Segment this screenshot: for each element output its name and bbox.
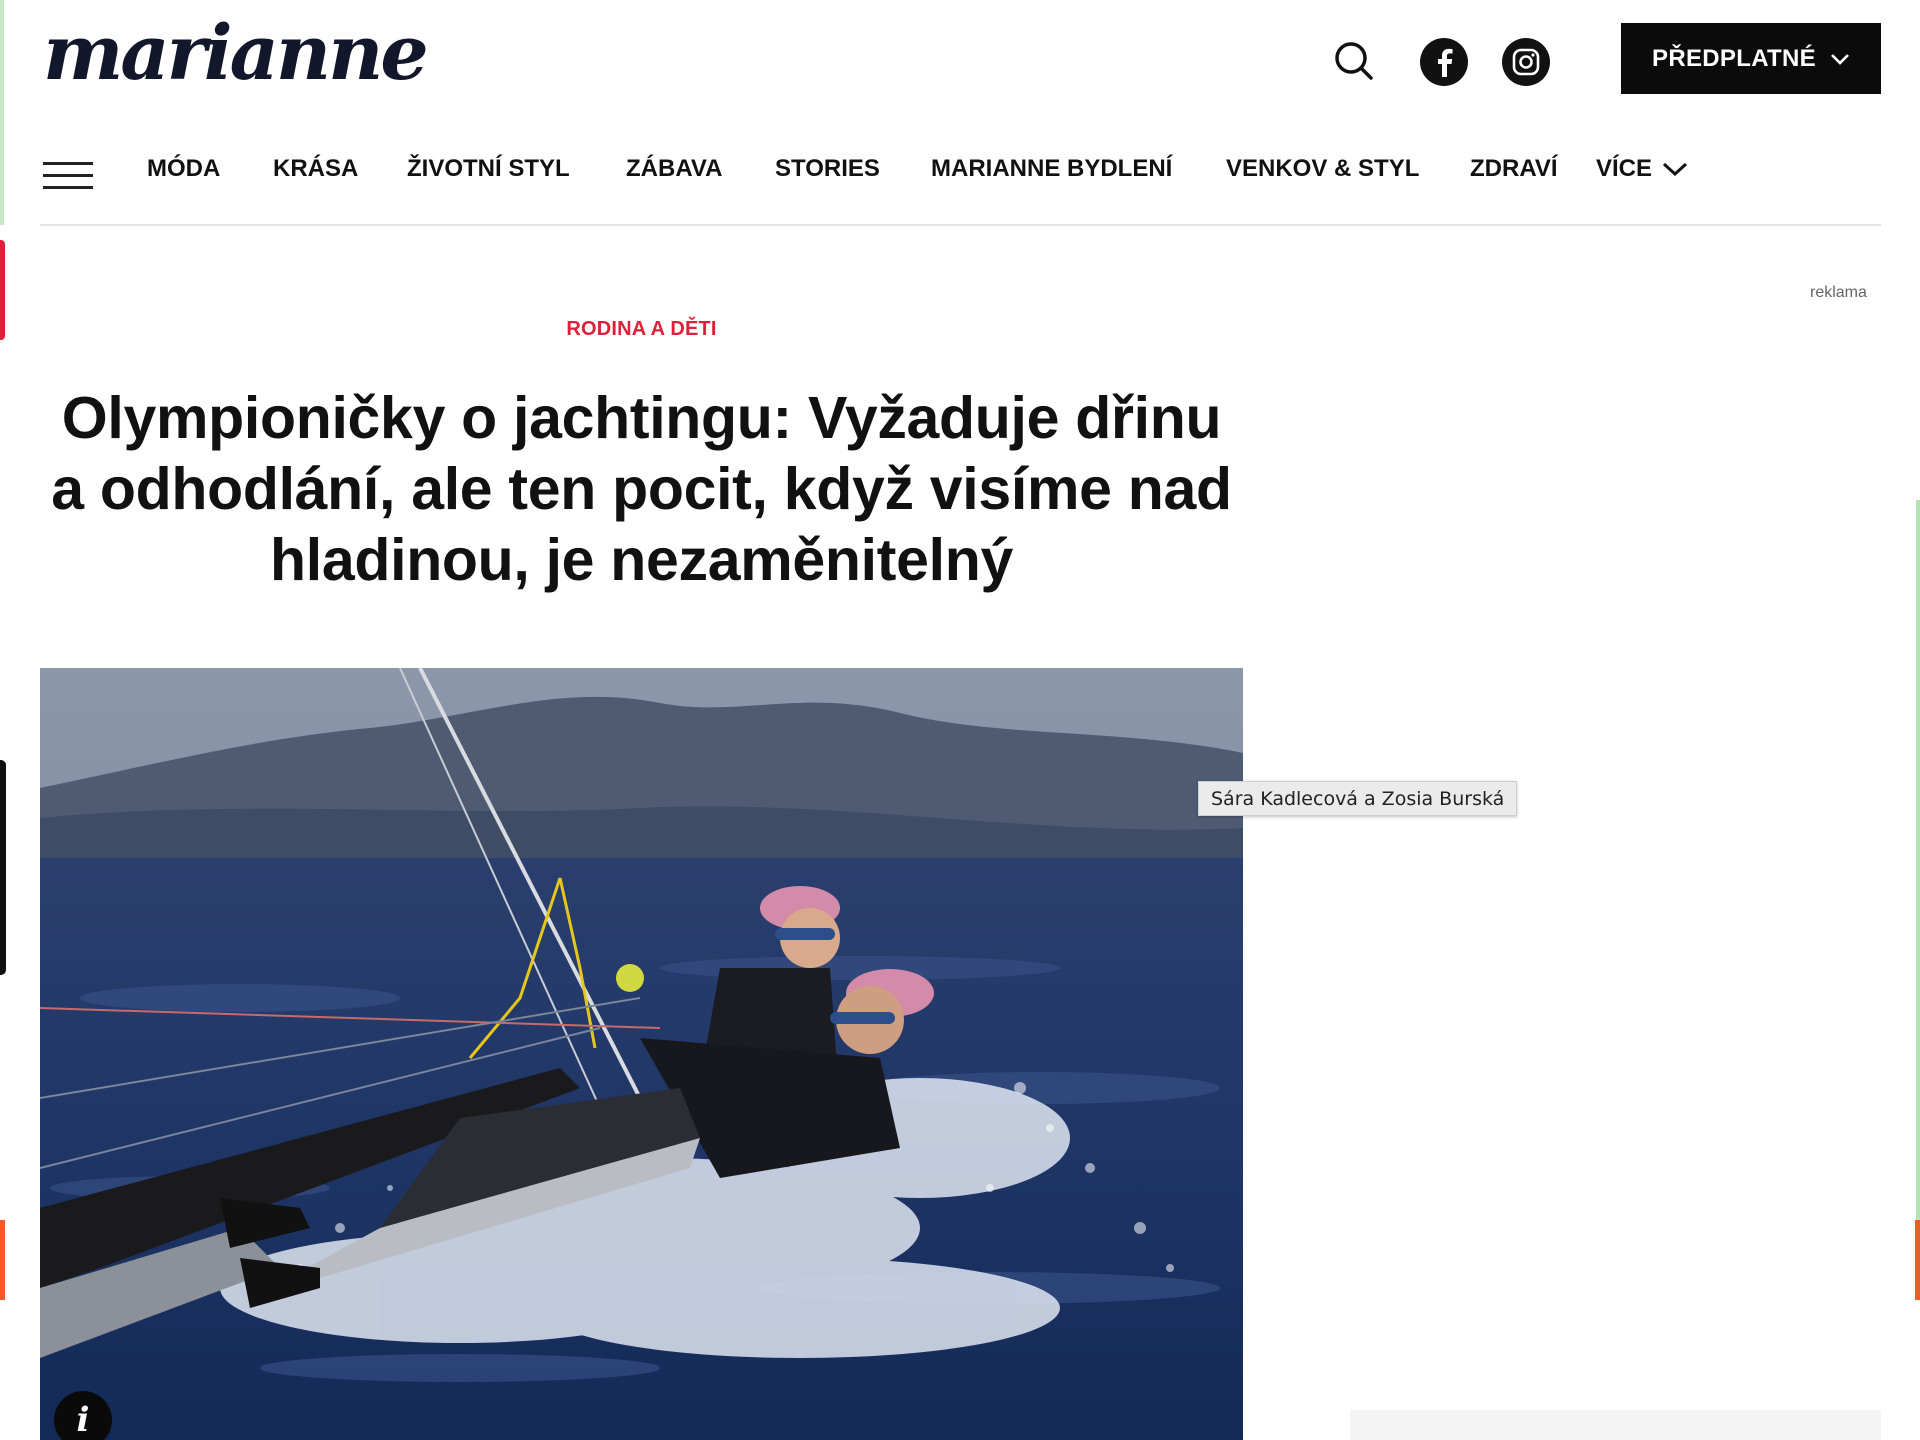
instagram-icon [1512, 48, 1540, 76]
search-icon [1335, 42, 1373, 80]
subscribe-button[interactable]: PŘEDPLATNÉ [1621, 23, 1881, 94]
nav-item-krasa[interactable]: KRÁSA [273, 155, 358, 183]
chevron-down-icon [1831, 53, 1849, 65]
site-logo[interactable]: marianne [43, 8, 429, 97]
article-category[interactable]: RODINA A DĚTI [40, 318, 1243, 341]
nav-item-moda[interactable]: MÓDA [147, 155, 220, 183]
article-hero-image [40, 668, 1243, 1440]
facebook-icon [1438, 48, 1453, 77]
left-edge-strip [0, 0, 6, 1440]
instagram-button[interactable] [1502, 38, 1550, 86]
nav-item-marianne-bydleni[interactable]: MARIANNE BYDLENÍ [931, 155, 1172, 183]
nav-item-zdravi[interactable]: ZDRAVÍ [1470, 155, 1558, 183]
article-title: Olympioničky o jachtingu: Vyžaduje dřinu… [51, 385, 1232, 593]
info-icon: i [76, 1400, 90, 1440]
search-button[interactable] [1331, 38, 1377, 84]
image-caption-tooltip: Sára Kadlecová a Zosia Burská [1198, 781, 1518, 816]
nav-item-zabava[interactable]: ZÁBAVA [626, 155, 722, 183]
nav-item-zivotni-styl[interactable]: ŽIVOTNÍ STYL [407, 155, 570, 183]
sidebar-ad-box [1350, 1410, 1881, 1440]
right-edge-strip [1915, 0, 1920, 1440]
page: marianne PŘEDPLATNÉ MÓDA KRÁSA ŽIVOTNÍ S… [0, 0, 1920, 1440]
menu-icon[interactable] [43, 162, 93, 190]
facebook-button[interactable] [1420, 38, 1468, 86]
nav-more-button[interactable]: VÍCE [1596, 155, 1688, 183]
nav-item-venkov-styl[interactable]: VENKOV & STYL [1226, 155, 1419, 183]
ad-label: reklama [1810, 284, 1867, 301]
site-header: marianne PŘEDPLATNÉ MÓDA KRÁSA ŽIVOTNÍ S… [40, 0, 1881, 226]
subscribe-label: PŘEDPLATNÉ [1652, 44, 1816, 72]
header-divider [40, 224, 1881, 226]
chevron-down-icon [1663, 162, 1688, 177]
nav-more-label: VÍCE [1596, 155, 1653, 182]
image-info-button[interactable]: i [54, 1391, 112, 1440]
nav-item-stories[interactable]: STORIES [775, 155, 880, 183]
main-navigation: MÓDA KRÁSA ŽIVOTNÍ STYL ZÁBAVA STORIES M… [40, 145, 1881, 201]
